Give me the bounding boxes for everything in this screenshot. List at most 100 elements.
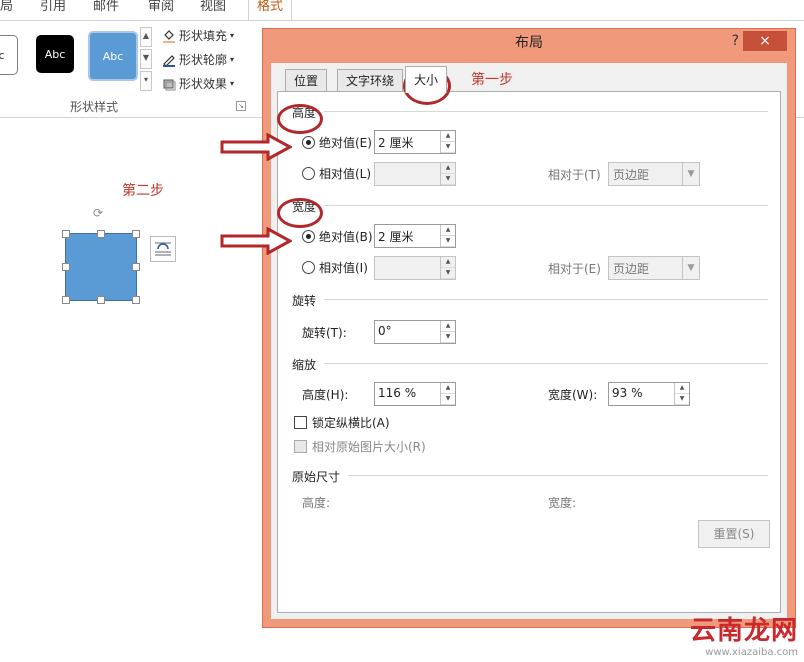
layout-dialog: 布局 ? × 位置 文字环绕 大小 第一步 高度 绝对值(E) 2 厘米 ▲ ▼ … <box>262 28 796 628</box>
dialog-client: 位置 文字环绕 大小 第一步 高度 绝对值(E) 2 厘米 ▲ ▼ 相对值(L) … <box>271 63 787 619</box>
dialog-title: 布局 <box>515 35 543 51</box>
width-absolute-radio[interactable]: 绝对值(B) <box>302 228 373 245</box>
width-relative-input[interactable]: ▲ ▼ <box>374 256 456 280</box>
scale-height-input[interactable]: 116 % ▲ ▼ <box>374 382 456 406</box>
layout-options-icon[interactable] <box>150 236 176 262</box>
height-relative-input[interactable]: ▲ ▼ <box>374 162 456 186</box>
lock-aspect-checkbox[interactable]: 锁定纵横比(A) <box>294 414 390 431</box>
height-absolute-label: 绝对值(E) <box>319 136 372 150</box>
pencil-icon <box>163 54 175 67</box>
shape-outline-button[interactable]: 形状轮廓 ▾ <box>162 51 234 68</box>
scale-width-spinner[interactable]: ▲ ▼ <box>674 383 689 405</box>
original-size-section-title: 原始尺寸 <box>292 470 341 484</box>
height-relative-spinner[interactable]: ▲ ▼ <box>440 163 455 185</box>
resize-handle[interactable] <box>132 296 140 304</box>
width-absolute-input[interactable]: 2 厘米 ▲ ▼ <box>374 224 456 248</box>
resize-handle[interactable] <box>62 263 70 271</box>
shape-style-scroller[interactable]: ▲ ▼ ▾ <box>140 27 152 91</box>
tab-text-wrap[interactable]: 文字环绕 <box>337 69 404 92</box>
scale-width-value: 93 % <box>612 386 643 400</box>
dialog-launcher-icon[interactable]: ↘ <box>236 101 246 111</box>
ribbon-tab-review[interactable]: 审阅 <box>148 0 174 20</box>
shape-style-swatch-black[interactable]: Abc <box>36 35 74 73</box>
expand-gallery-icon[interactable]: ▾ <box>140 71 152 91</box>
height-absolute-value: 2 厘米 <box>378 136 414 150</box>
ribbon-tab-references[interactable]: 引用 <box>40 0 66 20</box>
ribbon-tab-mailings[interactable]: 邮件 <box>93 0 119 20</box>
resize-handle[interactable] <box>62 296 70 304</box>
ribbon-group-label: 形状样式 <box>70 100 119 114</box>
radio-selected-icon <box>302 136 315 149</box>
ribbon-tab-format[interactable]: 格式 <box>248 0 293 21</box>
rotation-spinner[interactable]: ▲ ▼ <box>440 321 455 343</box>
width-spinner[interactable]: ▲ ▼ <box>440 225 455 247</box>
width-relative-to-value: 页边距 <box>613 262 650 276</box>
width-relative-label: 相对值(I) <box>319 261 368 275</box>
checkbox-icon <box>294 416 307 429</box>
chevron-down-icon: ▼ <box>682 163 699 185</box>
height-relative-radio[interactable]: 相对值(L) <box>302 165 371 182</box>
ribbon-tab-bar: 局 引用 邮件 审阅 视图 格式 <box>0 0 804 21</box>
scale-height-spinner[interactable]: ▲ ▼ <box>440 383 455 405</box>
scale-width-label: 宽度(W): <box>548 388 598 402</box>
watermark-brand: 云南龙网 <box>689 616 798 646</box>
rotation-input[interactable]: 0° ▲ ▼ <box>374 320 456 344</box>
scale-height-label: 高度(H): <box>302 388 349 402</box>
ribbon-tab-layout[interactable]: 局 <box>0 0 13 20</box>
height-spinner[interactable]: ▲ ▼ <box>440 131 455 153</box>
scale-height-value: 116 % <box>378 386 417 400</box>
separator <box>348 475 768 476</box>
separator <box>324 205 768 206</box>
close-button[interactable]: × <box>743 31 787 51</box>
watermark-url: www.xiazaiba.com <box>705 647 798 658</box>
annotation-arrow-icon <box>220 133 292 161</box>
help-button[interactable]: ? <box>732 33 739 49</box>
step1-annotation: 第一步 <box>471 72 513 88</box>
annotation-circle-width <box>277 198 323 228</box>
paint-bucket-icon <box>163 29 175 43</box>
shape-effects-label: 形状效果 <box>179 77 228 91</box>
height-absolute-radio[interactable]: 绝对值(E) <box>302 134 372 151</box>
height-absolute-input[interactable]: 2 厘米 ▲ ▼ <box>374 130 456 154</box>
tab-position[interactable]: 位置 <box>285 69 328 92</box>
scale-width-input[interactable]: 93 % ▲ ▼ <box>608 382 690 406</box>
separator <box>324 363 768 364</box>
shape-fill-button[interactable]: 形状填充 ▾ <box>162 27 234 44</box>
chevron-down-icon: ▼ <box>682 257 699 279</box>
relative-original-checkbox[interactable]: 相对原始图片大小(R) <box>294 438 426 455</box>
shape-style-swatch-blue[interactable]: Abc <box>88 31 138 81</box>
tab-size[interactable]: 大小 <box>405 66 448 93</box>
width-relative-to-select[interactable]: 页边距 ▼ <box>608 256 700 280</box>
lock-aspect-label: 锁定纵横比(A) <box>312 416 390 430</box>
original-width-label: 宽度: <box>548 496 577 510</box>
height-relative-to-value: 页边距 <box>613 168 650 182</box>
reset-button[interactable]: 重置(S) <box>698 520 770 548</box>
separator <box>324 299 768 300</box>
selected-rectangle-shape[interactable] <box>65 233 137 301</box>
resize-handle[interactable] <box>62 230 70 238</box>
relative-original-label: 相对原始图片大小(R) <box>312 440 426 454</box>
chevron-down-icon: ▾ <box>230 31 235 40</box>
shape-effects-icon <box>163 79 176 90</box>
height-relative-to-label: 相对于(T) <box>548 168 601 182</box>
width-relative-radio[interactable]: 相对值(I) <box>302 259 368 276</box>
ribbon-tab-view[interactable]: 视图 <box>200 0 226 20</box>
rotate-handle-icon[interactable]: ⟳ <box>93 207 105 219</box>
height-relative-to-select[interactable]: 页边距 ▼ <box>608 162 700 186</box>
checkbox-icon <box>294 440 307 453</box>
resize-handle[interactable] <box>132 230 140 238</box>
shape-style-swatch-outline[interactable]: bc <box>0 35 18 75</box>
annotation-circle-height <box>277 104 323 134</box>
scroll-up-icon[interactable]: ▲ <box>140 27 152 47</box>
scroll-down-icon[interactable]: ▼ <box>140 49 152 69</box>
resize-handle[interactable] <box>97 230 105 238</box>
shape-effects-button[interactable]: 形状效果 ▾ <box>162 75 234 92</box>
rotation-value: 0° <box>378 324 392 338</box>
width-relative-spinner[interactable]: ▲ ▼ <box>440 257 455 279</box>
chevron-down-icon: ▾ <box>230 79 235 88</box>
resize-handle[interactable] <box>97 296 105 304</box>
rotation-section-title: 旋转 <box>292 294 317 308</box>
rotation-label: 旋转(T): <box>302 326 347 340</box>
resize-handle[interactable] <box>132 263 140 271</box>
watermark: 云南龙网 www.xiazaiba.com <box>690 610 798 658</box>
